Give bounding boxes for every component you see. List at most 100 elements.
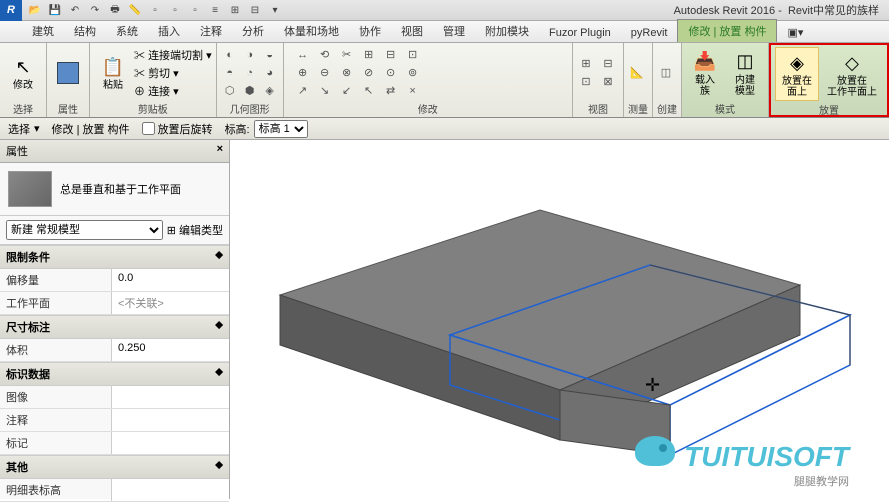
mod-btn[interactable]: ⊙ [382, 65, 400, 81]
tab-massing[interactable]: 体量和场地 [274, 20, 349, 42]
properties-icon [57, 62, 79, 84]
mod-btn[interactable]: ⊕ [294, 65, 312, 81]
tab-fuzor[interactable]: Fuzor Plugin [539, 24, 621, 42]
tab-systems[interactable]: 系统 [106, 20, 148, 42]
properties-button[interactable] [51, 60, 85, 86]
viewport[interactable]: ✛ TUITUISOFT 腿腿教学网 [230, 140, 889, 499]
tab-analyze[interactable]: 分析 [232, 20, 274, 42]
geom-btn[interactable]: ⬢ [241, 83, 259, 99]
mod-btn[interactable]: ✂ [338, 47, 356, 63]
mod-btn[interactable]: ↙ [338, 83, 356, 99]
tab-pyrevit[interactable]: pyRevit [621, 24, 678, 42]
mod-btn[interactable]: ⇄ [382, 83, 400, 99]
mod-btn[interactable]: ↗ [294, 83, 312, 99]
tab-collaborate[interactable]: 协作 [349, 20, 391, 42]
tab-structure[interactable]: 结构 [64, 20, 106, 42]
qat-btn[interactable]: ⊟ [246, 2, 264, 18]
geom-btn[interactable]: ◐ [221, 47, 239, 63]
geom-btn[interactable]: ◒ [261, 47, 279, 63]
tab-expand-icon[interactable]: ▣▾ [777, 23, 813, 42]
undo-icon[interactable]: ↶ [66, 2, 84, 18]
view-btn[interactable]: ⊟ [599, 56, 617, 72]
mod-btn[interactable]: ⊞ [360, 47, 378, 63]
view-btn[interactable]: ⊠ [599, 74, 617, 90]
place-on-face-button[interactable]: ◈放置在 面上 [775, 47, 819, 101]
panel-label: 视图 [577, 100, 619, 117]
measure-icon[interactable]: 📏 [126, 2, 144, 18]
panel-geometry: ◐◑◒ ◓◔◕ ⬡⬢◈ 几何图形 [217, 43, 284, 117]
geom-btn[interactable]: ⬡ [221, 83, 239, 99]
mod-btn[interactable]: ⟲ [316, 47, 334, 63]
measure-btn[interactable]: 📐 [628, 65, 646, 81]
mod-btn[interactable]: ↖ [360, 83, 378, 99]
mark-value[interactable] [112, 432, 229, 454]
load-family-button[interactable]: 📥载入 族 [686, 47, 724, 99]
prop-workplane: 工作平面 <不关联> [0, 292, 229, 315]
mod-btn[interactable]: ↘ [316, 83, 334, 99]
offset-value[interactable]: 0.0 [112, 269, 229, 291]
geom-btn[interactable]: ◕ [261, 65, 279, 81]
tab-view[interactable]: 视图 [391, 20, 433, 42]
type-selector[interactable]: 总是垂直和基于工作平面 [0, 163, 229, 216]
edit-type-button[interactable]: ⊞ 编辑类型 [167, 222, 223, 238]
mod-btn[interactable]: ↔ [294, 47, 312, 63]
mod-btn[interactable]: × [404, 83, 422, 99]
mod-btn[interactable]: ⊟ [382, 47, 400, 63]
comments-value[interactable] [112, 409, 229, 431]
geom-btn[interactable]: ◔ [241, 65, 259, 81]
geom-btn[interactable]: ◓ [221, 65, 239, 81]
inplace-model-button[interactable]: ◫内建 模型 [726, 47, 764, 99]
qat-btn[interactable]: ⊞ [226, 2, 244, 18]
group-other[interactable]: 其他⬥ [0, 455, 229, 479]
qat-btn[interactable]: ▫ [186, 2, 204, 18]
close-icon[interactable]: × [217, 143, 223, 159]
modify-button[interactable]: ↖ 修改 [4, 52, 42, 93]
create-btn[interactable]: ◫ [657, 65, 675, 81]
qat-btn[interactable]: ▾ [266, 2, 284, 18]
view-btn[interactable]: ⊞ [577, 56, 595, 72]
instance-filter-select[interactable]: 新建 常规模型 [6, 220, 163, 240]
redo-icon[interactable]: ↷ [86, 2, 104, 18]
join-button[interactable]: ⊕ 连接 ▾ [134, 83, 212, 99]
geom-btn[interactable]: ◈ [261, 83, 279, 99]
tab-insert[interactable]: 插入 [148, 20, 190, 42]
place-on-workplane-button[interactable]: ◇放置在 工作平面上 [821, 48, 883, 100]
panel-label: 修改 [288, 100, 568, 117]
qat-btn[interactable]: ▫ [146, 2, 164, 18]
tab-architecture[interactable]: 建筑 [22, 20, 64, 42]
qat-btn[interactable]: ≡ [206, 2, 224, 18]
cursor-icon: ↖ [10, 54, 36, 80]
paste-button[interactable]: 📋 粘贴 [94, 52, 132, 93]
tab-modify-place[interactable]: 修改 | 放置 构件 [677, 19, 777, 42]
geom-btn[interactable]: ◑ [241, 47, 259, 63]
clip-cut-button[interactable]: ✂ 连接端切割 ▾ [134, 47, 212, 63]
mod-btn[interactable]: ⊡ [404, 47, 422, 63]
tab-addins[interactable]: 附加模块 [475, 20, 539, 42]
group-dimensions[interactable]: 尺寸标注⬥ [0, 315, 229, 339]
tab-manage[interactable]: 管理 [433, 20, 475, 42]
tab-annotate[interactable]: 注释 [190, 20, 232, 42]
app-icon[interactable]: R [0, 0, 22, 21]
options-select[interactable]: 选择 ▾ [8, 121, 40, 137]
face-icon: ◈ [784, 50, 810, 76]
mod-btn[interactable]: ⊘ [360, 65, 378, 81]
mod-btn[interactable]: ⊖ [316, 65, 334, 81]
view-btn[interactable]: ⊡ [577, 74, 595, 90]
image-value[interactable] [112, 386, 229, 408]
main-area: 属性 × 总是垂直和基于工作平面 新建 常规模型 ⊞ 编辑类型 限制条件⬥ 偏移… [0, 140, 889, 499]
workplane-value[interactable]: <不关联> [112, 292, 229, 314]
save-icon[interactable]: 💾 [46, 2, 64, 18]
schedule-value[interactable] [112, 479, 229, 501]
panel-label: 创建 [657, 100, 677, 117]
group-identity[interactable]: 标识数据⬥ [0, 362, 229, 386]
print-icon[interactable]: 🖶 [106, 2, 124, 18]
cut-button[interactable]: ✂ 剪切 ▾ [134, 65, 212, 81]
rotate-after-place-checkbox[interactable]: 放置后旋转 [142, 121, 213, 137]
panel-label: 剪贴板 [94, 100, 212, 117]
qat-btn[interactable]: ▫ [166, 2, 184, 18]
level-select[interactable]: 标高 1 [254, 120, 308, 138]
mod-btn[interactable]: ⊚ [404, 65, 422, 81]
open-icon[interactable]: 📂 [26, 2, 44, 18]
group-constraints[interactable]: 限制条件⬥ [0, 245, 229, 269]
mod-btn[interactable]: ⊗ [338, 65, 356, 81]
